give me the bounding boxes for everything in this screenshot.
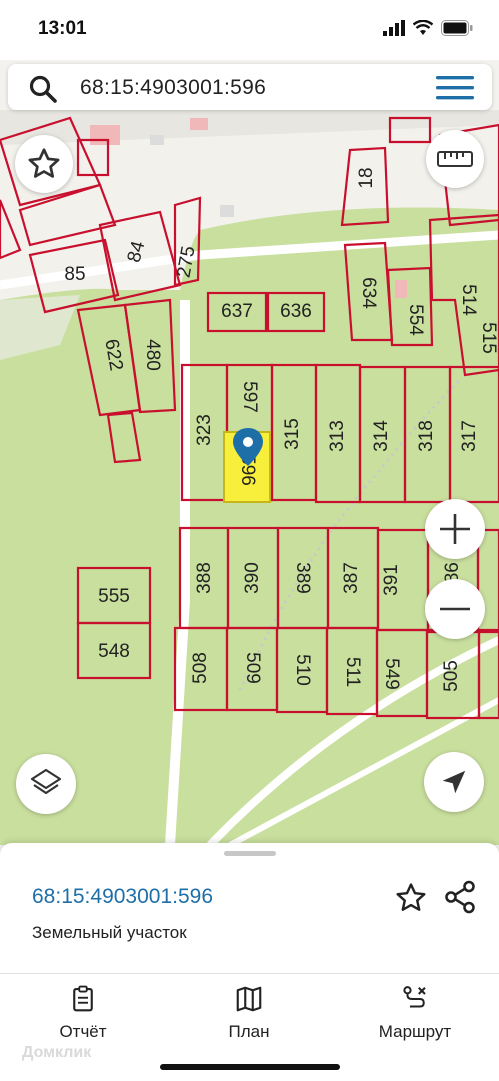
parcel-label: 85 [64,264,85,285]
parcel-label: 388 [194,562,215,594]
navigation-arrow-icon [442,770,466,794]
search-input[interactable]: 68:15:4903001:596 [80,76,266,100]
parcel-label: 548 [98,641,130,662]
cadastral-map[interactable]: 18 85 84 275 637 636 634 554 514 515 622… [0,110,499,845]
nav-route[interactable]: Маршрут [355,984,475,1042]
parcel-label: 637 [221,301,253,322]
status-time: 13:01 [38,18,87,39]
cellular-signal-icon [383,20,405,36]
parcel-label: 597 [239,381,260,413]
status-bar: 13:01 [0,0,499,60]
home-indicator [160,1064,340,1070]
parcel-label: 317 [459,420,480,452]
parcel-label: 323 [194,414,215,446]
parcel-label: 510 [292,654,313,686]
parcel-label: 390 [242,562,263,594]
report-icon [73,985,93,1012]
layers-icon [30,768,62,795]
parcel-label: 313 [327,420,348,452]
wifi-icon [413,20,433,35]
ruler-button[interactable] [426,130,484,188]
parcel-label: 634 [358,277,379,309]
parcel-label: 555 [98,586,130,607]
nav-report-label: Отчёт [59,1022,107,1041]
parcel-label: 389 [292,562,313,594]
parcel-label: 480 [142,339,163,371]
parcel-label: 314 [371,420,392,452]
parcel-id-link[interactable]: 68:15:4903001:596 [32,885,213,909]
nav-plan[interactable]: План [189,984,309,1042]
battery-icon [441,20,473,36]
hamburger-menu-icon[interactable] [436,76,474,100]
nav-report[interactable]: Отчёт [23,984,143,1042]
status-icons [383,20,473,36]
route-icon [403,986,426,1008]
nav-route-label: Маршрут [378,1022,452,1041]
star-outline-icon [28,148,60,178]
parcel-label: 315 [282,418,303,450]
search-bar[interactable]: 68:15:4903001:596 [8,64,492,110]
plus-icon [440,514,470,544]
parcel-type-label: Земельный участок [32,923,187,942]
zoom-in-button[interactable] [425,499,485,559]
parcel-label: 514 [458,284,479,316]
parcel-label: 318 [416,420,437,452]
favorite-button[interactable] [15,135,73,193]
parcel-label: 554 [405,304,426,336]
ruler-icon [437,151,473,167]
star-outline-icon[interactable] [394,881,428,915]
parcel-label: 549 [381,658,402,690]
parcel-label: 515 [478,322,499,354]
parcel-label: 511 [342,657,363,687]
parcel-label: 509 [242,652,263,684]
nav-plan-label: План [228,1022,270,1041]
sheet-drag-handle[interactable] [224,851,276,856]
parcel-label: 387 [341,562,362,594]
parcel-label: 18 [356,167,377,188]
parcel-label: 505 [441,660,462,692]
layers-button[interactable] [16,754,76,814]
watermark: Домклик [22,1044,92,1061]
parcel-info-sheet[interactable]: 68:15:4903001:596 Земельный участок [0,843,499,973]
parcel-label: 508 [190,652,211,684]
map-plan-icon [236,986,262,1012]
share-icon[interactable] [442,879,478,915]
parcel-label: 391 [381,564,402,596]
minus-icon [440,607,470,611]
map-canvas[interactable]: 18 85 84 275 637 636 634 554 514 515 622… [0,110,499,845]
my-location-button[interactable] [424,752,484,812]
parcel-label: 636 [280,301,312,322]
search-icon[interactable] [28,74,58,104]
zoom-out-button[interactable] [425,579,485,639]
